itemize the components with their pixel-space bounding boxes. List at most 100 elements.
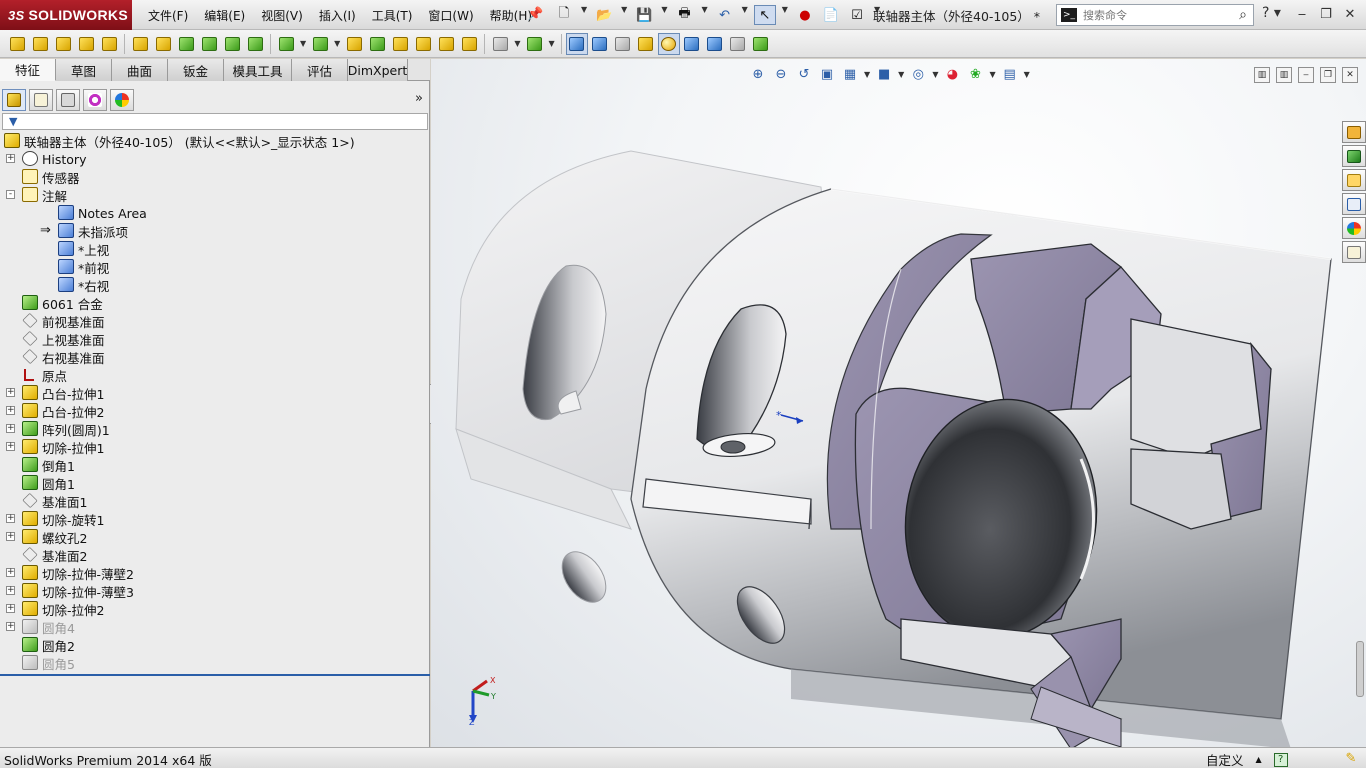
rib-icon[interactable] [343, 33, 365, 55]
tree-item[interactable]: + 切除-拉伸-薄壁2 [0, 564, 430, 582]
expand-panel-icon[interactable]: » [415, 91, 423, 106]
quick-tips-help-icon[interactable]: ? [1273, 752, 1288, 767]
tree-expander-icon[interactable]: + [6, 514, 15, 523]
menu-edit[interactable]: 编辑(E) [196, 7, 253, 24]
tree-item[interactable]: 原点 [0, 366, 430, 384]
menu-tools[interactable]: 工具(T) [364, 7, 421, 24]
file-explorer-icon[interactable] [1342, 169, 1366, 191]
command-search-box[interactable]: >_ ⌕ [1056, 4, 1254, 26]
lofted-cut-icon[interactable] [221, 33, 243, 55]
tree-item[interactable]: ⇒ 未指派项 [0, 222, 430, 240]
configuration-manager-tab-icon[interactable] [56, 89, 80, 111]
display-manager-tab-icon[interactable] [110, 89, 134, 111]
fillet-dropdown-icon[interactable]: ▼ [300, 39, 306, 48]
tab-evaluate[interactable]: 评估 [292, 59, 348, 81]
move-face-icon[interactable] [589, 33, 611, 55]
tree-item[interactable]: + 凸台-拉伸1 [0, 384, 430, 402]
lofted-boss-icon[interactable] [75, 33, 97, 55]
tree-expander-icon[interactable]: + [6, 604, 15, 613]
wrap-icon[interactable] [412, 33, 434, 55]
tree-item[interactable]: - 注解 [0, 186, 430, 204]
deform-icon[interactable] [704, 33, 726, 55]
tree-item[interactable]: *右视 [0, 276, 430, 294]
appearances-scenes-icon[interactable] [1342, 217, 1366, 239]
save-icon[interactable]: 💾 [633, 5, 655, 25]
search-input[interactable] [1083, 8, 1223, 22]
tree-expander-icon[interactable]: + [6, 388, 15, 397]
swept-boss-icon[interactable] [52, 33, 74, 55]
print-dropdown-icon[interactable]: ▼ [701, 5, 707, 25]
tab-dimxpert[interactable]: DimXpert [348, 59, 408, 81]
rebuild-traffic-light-icon[interactable]: ● [794, 5, 816, 25]
property-manager-tab-icon[interactable] [29, 89, 53, 111]
instant3d-icon[interactable] [565, 32, 588, 55]
tab-surfaces[interactable]: 曲面 [112, 59, 168, 81]
tree-item[interactable]: 倒角1 [0, 456, 430, 474]
print-icon[interactable]: 🖶 [673, 5, 695, 25]
swept-cut-icon[interactable] [198, 33, 220, 55]
open-folder-icon[interactable]: 📂 [593, 5, 615, 25]
tree-item[interactable]: + 凸台-拉伸2 [0, 402, 430, 420]
tree-expander-icon[interactable]: + [6, 154, 15, 163]
tree-item[interactable]: Notes Area [0, 204, 430, 222]
tree-item[interactable]: 前视基准面 [0, 312, 430, 330]
tree-expander-icon[interactable]: + [6, 568, 15, 577]
tree-item[interactable]: *上视 [0, 240, 430, 258]
tree-item[interactable]: + History [0, 150, 430, 168]
restore-icon[interactable]: ❐ [1316, 4, 1336, 24]
graphics-area[interactable]: ⊕ ⊖ ↺ ▣ ▦▼ ■▼ ◎▼ ◕ ❀▼ ▤▼ ▥ ▥ ‒ ❐ ✕ [431, 59, 1366, 747]
revolved-boss-icon[interactable] [29, 33, 51, 55]
reference-geometry-dropdown-icon[interactable]: ▼ [514, 39, 520, 48]
tree-item[interactable]: + 切除-拉伸1 [0, 438, 430, 456]
shell-icon[interactable] [389, 33, 411, 55]
boundary-boss-icon[interactable] [98, 33, 120, 55]
tree-item[interactable]: + 切除-旋转1 [0, 510, 430, 528]
menu-window[interactable]: 窗口(W) [420, 7, 481, 24]
close-icon[interactable]: ✕ [1340, 4, 1360, 24]
tree-expander-icon[interactable]: + [6, 442, 15, 451]
draft-icon[interactable] [366, 33, 388, 55]
pattern-dropdown-icon[interactable]: ▼ [334, 39, 340, 48]
tree-item[interactable]: + 切除-拉伸-薄壁3 [0, 582, 430, 600]
minimize-icon[interactable]: ‒ [1292, 4, 1312, 24]
split-icon[interactable] [635, 33, 657, 55]
tree-item[interactable]: + 圆角4 [0, 618, 430, 636]
tree-expander-icon[interactable]: + [6, 622, 15, 631]
tab-mold-tools[interactable]: 模具工具 [224, 59, 292, 81]
unit-system-selector[interactable]: 自定义 [1206, 750, 1244, 768]
tree-expander-icon[interactable]: + [6, 424, 15, 433]
file-properties-icon[interactable]: 📄 [820, 5, 842, 25]
open-dropdown-icon[interactable]: ▼ [621, 5, 627, 25]
tab-sketch[interactable]: 草图 [56, 59, 112, 81]
pin-menu-icon[interactable]: 📌 [527, 7, 543, 23]
solidworks-logo[interactable]: 3S SOLIDWORKS [0, 0, 132, 30]
custom-properties-icon[interactable] [1342, 241, 1366, 263]
tree-item[interactable]: 上视基准面 [0, 330, 430, 348]
solidworks-resources-icon[interactable] [1342, 121, 1366, 143]
tab-sheet-metal[interactable]: 钣金 [168, 59, 224, 81]
hole-wizard-icon[interactable] [152, 33, 174, 55]
intersect-icon[interactable] [435, 33, 457, 55]
new-document-icon[interactable]: 🗋 [553, 5, 575, 25]
tree-item[interactable]: *前视 [0, 258, 430, 276]
tree-item[interactable]: 圆角1 [0, 474, 430, 492]
filter-icon[interactable]: ▼ [9, 115, 17, 128]
tree-item[interactable]: 基准面1 [0, 492, 430, 510]
rebuild-messages-icon[interactable]: ✎ [1342, 749, 1360, 767]
tree-rollback-bar[interactable] [0, 674, 430, 676]
extruded-boss-icon[interactable] [6, 33, 28, 55]
tree-item[interactable]: 基准面2 [0, 546, 430, 564]
tree-item[interactable]: + 切除-拉伸2 [0, 600, 430, 618]
search-icon[interactable]: ⌕ [1239, 7, 1247, 23]
boundary-cut-icon[interactable] [244, 33, 266, 55]
indent-icon[interactable] [727, 33, 749, 55]
options-icon[interactable]: ☑ [846, 5, 868, 25]
help-icon[interactable]: ? ▾ [1262, 5, 1281, 21]
freeform-icon[interactable] [681, 33, 703, 55]
unit-dropdown-icon[interactable]: ▲ [1256, 755, 1262, 764]
tree-item[interactable]: 传感器 [0, 168, 430, 186]
undo-dropdown-icon[interactable]: ▼ [742, 5, 748, 25]
shaded-sphere-icon[interactable] [657, 32, 680, 55]
tree-item[interactable]: 圆角5 [0, 654, 430, 672]
tree-filter-bar[interactable]: ▼ [2, 113, 428, 130]
